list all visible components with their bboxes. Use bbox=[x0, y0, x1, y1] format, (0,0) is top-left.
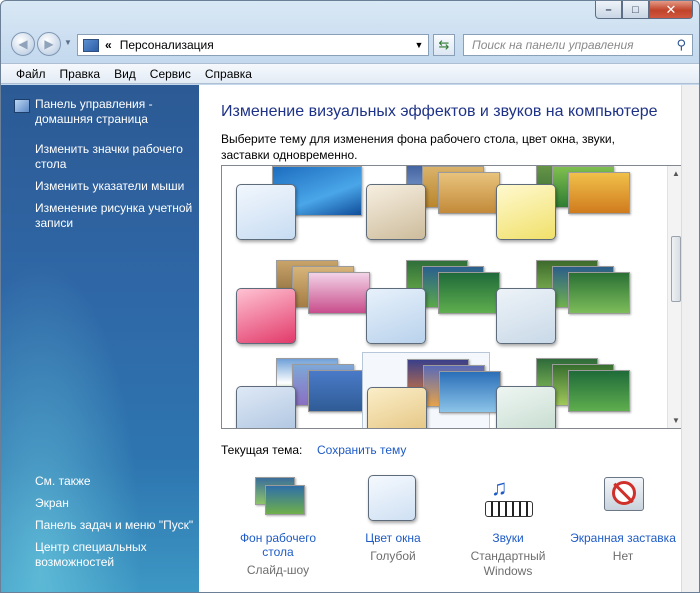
refresh-icon: ⇆ bbox=[438, 37, 450, 52]
window-glass-swatch bbox=[496, 386, 556, 428]
sounds-icon: ♫ bbox=[481, 475, 535, 521]
theme-item[interactable] bbox=[362, 258, 500, 344]
menu-view[interactable]: Вид bbox=[107, 67, 143, 81]
window-glass-swatch bbox=[496, 184, 556, 240]
screensaver-icon bbox=[596, 475, 650, 521]
desktop-background-value: Слайд-шоу bbox=[246, 563, 310, 577]
sidebar-link-desktop-icons[interactable]: Изменить значки рабочего стола bbox=[35, 142, 195, 172]
sidebar-link-mouse-pointers[interactable]: Изменить указатели мыши bbox=[35, 179, 195, 194]
window-glass-swatch bbox=[236, 386, 296, 428]
window-glass-swatch bbox=[496, 288, 556, 344]
navigation-bar: ◀ ▶ ▼ « Персонализация ▼ ⇆ Поиск на пане… bbox=[9, 29, 693, 59]
search-placeholder: Поиск на панели управления bbox=[472, 38, 634, 52]
current-theme-label: Текущая тема: bbox=[221, 443, 303, 457]
desktop-background-link[interactable]: Фон рабочего стола bbox=[223, 531, 333, 559]
sidebar-link-taskbar[interactable]: Панель задач и меню "Пуск" bbox=[35, 518, 195, 533]
theme-item[interactable] bbox=[232, 258, 370, 344]
breadcrumb-chevrons[interactable]: « bbox=[105, 38, 112, 52]
window-glass-swatch bbox=[367, 387, 427, 428]
search-icon[interactable]: ⚲ bbox=[676, 37, 686, 53]
theme-item[interactable] bbox=[492, 258, 630, 344]
theme-item[interactable] bbox=[362, 166, 500, 240]
screensaver-setting[interactable]: Экранная заставка Нет bbox=[568, 475, 678, 564]
maximize-button[interactable]: □ bbox=[622, 1, 649, 19]
page-description: Выберите тему для изменения фона рабочег… bbox=[221, 132, 615, 162]
save-theme-link[interactable]: Сохранить тему bbox=[317, 443, 406, 457]
theme-item[interactable] bbox=[232, 166, 362, 240]
address-bar[interactable]: « Персонализация ▼ bbox=[77, 34, 429, 56]
scroll-up-icon[interactable]: ▲ bbox=[672, 169, 680, 178]
theme-item[interactable] bbox=[492, 356, 630, 428]
wallpaper-thumbnail bbox=[308, 272, 370, 314]
sidebar-link-ease-of-access[interactable]: Центр специальных возможностей bbox=[35, 540, 195, 570]
wallpaper-thumbnail bbox=[438, 172, 500, 214]
menu-bar: Файл Правка Вид Сервис Справка bbox=[1, 63, 699, 84]
sounds-link[interactable]: Звуки bbox=[453, 531, 563, 545]
window-glass-swatch bbox=[366, 184, 426, 240]
wallpaper-thumbnail bbox=[568, 370, 630, 412]
screensaver-value: Нет bbox=[612, 549, 634, 563]
desktop-background-icon bbox=[251, 475, 305, 521]
window-scrollbar[interactable] bbox=[681, 85, 699, 592]
menu-tools[interactable]: Сервис bbox=[143, 67, 198, 81]
forward-button[interactable]: ▶ bbox=[37, 32, 61, 56]
sounds-setting[interactable]: ♫ Звуки Стандартный Windows bbox=[453, 475, 563, 579]
back-button[interactable]: ◀ bbox=[11, 32, 35, 56]
window-color-setting[interactable]: Цвет окна Голубой bbox=[338, 475, 448, 564]
see-also-heading: См. также bbox=[35, 474, 91, 488]
window-color-link[interactable]: Цвет окна bbox=[338, 531, 448, 545]
sounds-value: Стандартный Windows bbox=[470, 549, 546, 578]
sidebar-link-home[interactable]: Панель управления - домашняя страница bbox=[35, 97, 195, 127]
search-input[interactable]: Поиск на панели управления ⚲ bbox=[463, 34, 693, 56]
menu-help[interactable]: Справка bbox=[198, 67, 259, 81]
personalization-window: – □ ✕ ◀ ▶ ▼ « Персонализация ▼ ⇆ Поиск н… bbox=[0, 0, 700, 593]
scroll-down-icon[interactable]: ▼ bbox=[672, 416, 680, 425]
window-glass-swatch bbox=[366, 288, 426, 344]
theme-item[interactable] bbox=[492, 166, 630, 240]
theme-item[interactable] bbox=[232, 356, 370, 428]
window-color-value: Голубой bbox=[370, 549, 416, 563]
screensaver-link[interactable]: Экранная заставка bbox=[568, 531, 678, 545]
menu-file[interactable]: Файл bbox=[9, 67, 53, 81]
caption-buttons: – □ ✕ bbox=[595, 1, 693, 19]
window-glass-swatch bbox=[236, 288, 296, 344]
control-panel-home-icon bbox=[14, 99, 30, 113]
desktop-background-setting[interactable]: Фон рабочего стола Слайд-шоу bbox=[223, 475, 333, 578]
wallpaper-thumbnail bbox=[438, 272, 500, 314]
page-title: Изменение визуальных эффектов и звуков н… bbox=[221, 103, 658, 120]
recent-pages-dropdown[interactable]: ▼ bbox=[64, 38, 72, 47]
theme-gallery: ▲ ▼ bbox=[221, 165, 685, 429]
close-button[interactable]: ✕ bbox=[649, 1, 693, 19]
refresh-button[interactable]: ⇆ bbox=[433, 34, 455, 56]
sidebar-link-account-picture[interactable]: Изменение рисунка учетной записи bbox=[35, 201, 195, 231]
sidebar: Панель управления - домашняя страница Из… bbox=[1, 85, 199, 592]
breadcrumb-personalization[interactable]: Персонализация bbox=[120, 38, 214, 52]
theme-item-selected[interactable] bbox=[362, 352, 501, 428]
arrow-right-icon: ▶ bbox=[44, 37, 54, 51]
main-content: Изменение визуальных эффектов и звуков н… bbox=[199, 85, 699, 592]
gallery-scroll-thumb[interactable] bbox=[671, 236, 681, 302]
minimize-button[interactable]: – bbox=[595, 1, 622, 19]
window-color-icon bbox=[366, 475, 420, 521]
address-dropdown-button[interactable]: ▼ bbox=[410, 35, 428, 55]
wallpaper-thumbnail bbox=[568, 272, 630, 314]
menu-edit[interactable]: Правка bbox=[53, 67, 108, 81]
arrow-left-icon: ◀ bbox=[18, 37, 28, 51]
wallpaper-thumbnail bbox=[308, 370, 370, 412]
sidebar-link-display[interactable]: Экран bbox=[35, 496, 195, 511]
control-panel-icon bbox=[83, 38, 99, 52]
window-glass-swatch bbox=[236, 184, 296, 240]
wallpaper-thumbnail bbox=[568, 172, 630, 214]
